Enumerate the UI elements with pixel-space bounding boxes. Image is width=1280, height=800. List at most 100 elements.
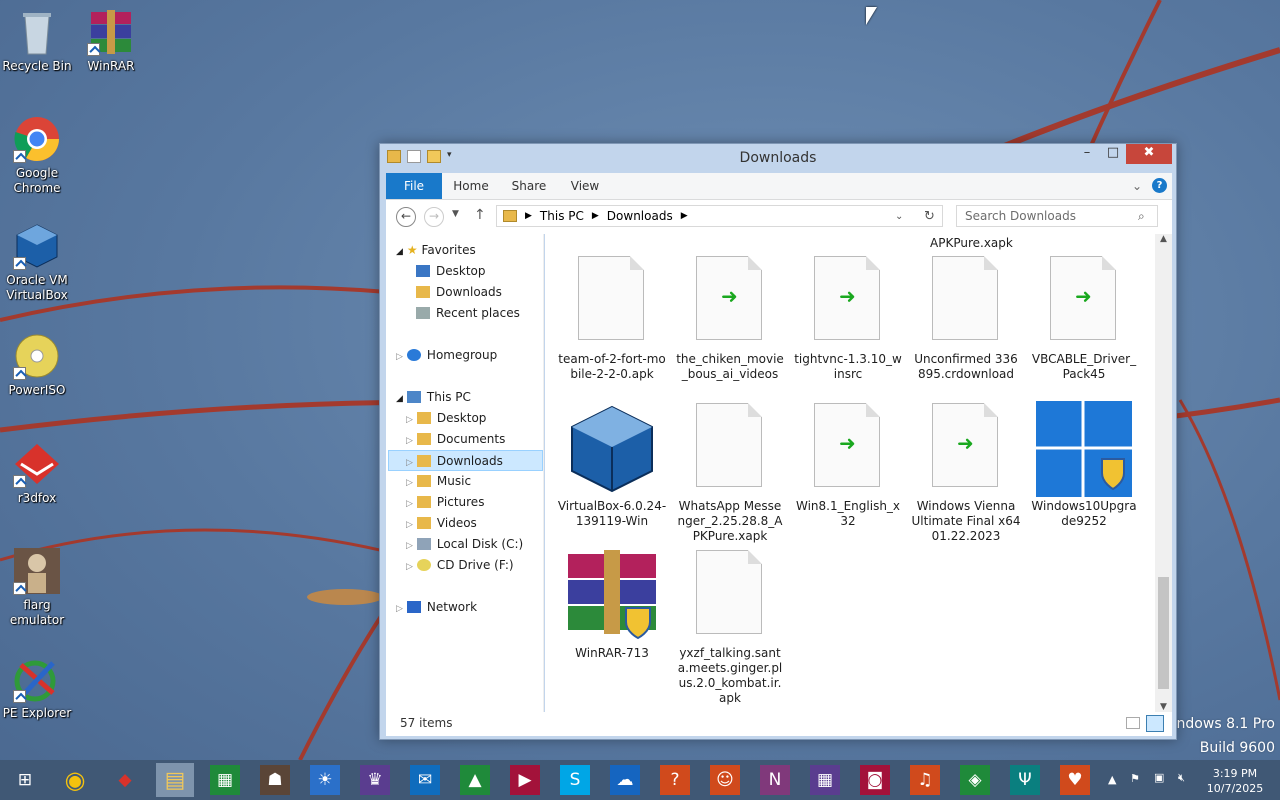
breadcrumb-separator-icon[interactable]: ▶ <box>592 211 599 221</box>
start-icon[interactable]: ⊞ <box>6 763 44 797</box>
nav-documents[interactable]: ▷ Documents <box>406 429 505 450</box>
nav-local-disk[interactable]: ▷ Local Disk (C:) <box>406 534 523 555</box>
video-icon[interactable]: ▶ <box>506 763 544 797</box>
help-icon[interactable]: ? <box>1152 178 1167 193</box>
large-icons-view-icon[interactable] <box>1146 715 1164 732</box>
file-item[interactable]: team-of-2-fort-mobile-2-2-0.apk <box>557 254 667 382</box>
forward-button[interactable]: → <box>424 207 444 227</box>
network-tray-icon[interactable]: ▣ <box>1154 770 1164 785</box>
onenote-icon[interactable]: N <box>756 763 794 797</box>
title-bar[interactable]: ▾ Downloads – □ ✖ <box>380 144 1176 173</box>
file-name: Windows10Upgrade9252 <box>1031 499 1137 528</box>
file-item[interactable]: WinRAR-713 <box>557 548 667 661</box>
desktop-icon-winrar[interactable]: WinRAR <box>72 8 150 74</box>
file-item[interactable]: ➜ Windows Vienna Ultimate Final x64 01.22… <box>911 401 1021 544</box>
help-icon[interactable]: ? <box>656 763 694 797</box>
camera-icon[interactable]: ◙ <box>856 763 894 797</box>
volume-muted-icon[interactable]: 🔇︎ <box>1178 770 1185 785</box>
file-item[interactable]: ➜ VBCABLE_Driver_Pack45 <box>1029 254 1139 382</box>
maximize-button[interactable]: □ <box>1098 144 1128 164</box>
music-icon[interactable]: ♫ <box>906 763 944 797</box>
health-icon[interactable]: ♥ <box>1056 763 1094 797</box>
close-button[interactable]: ✖ <box>1126 144 1172 164</box>
weather-icon[interactable]: ☀ <box>306 763 344 797</box>
desktop-icon-r3dfox[interactable]: r3dfox <box>0 440 76 506</box>
refresh-button[interactable]: ↻ <box>924 209 935 224</box>
tab-home[interactable]: Home <box>448 173 494 199</box>
desktop-icon-label: Oracle VM VirtualBox <box>6 273 68 302</box>
tray-overflow-icon[interactable]: ▲ <box>1108 772 1116 787</box>
file-explorer-icon[interactable]: ▤ <box>156 763 194 797</box>
breadcrumb-this-pc[interactable]: This PC <box>540 209 584 223</box>
scroll-down-icon[interactable]: ▼ <box>1155 702 1172 712</box>
vertical-scrollbar[interactable]: ▲ ▼ <box>1155 234 1172 712</box>
nav-this-pc[interactable]: ◢ This PC <box>396 387 471 408</box>
nav-pc-desktop[interactable]: ▷ Desktop <box>406 408 486 429</box>
back-button[interactable]: ← <box>396 207 416 227</box>
pe-explorer-icon <box>13 655 61 703</box>
breadcrumb-downloads[interactable]: Downloads <box>607 209 673 223</box>
trophy-icon[interactable]: ♛ <box>356 763 394 797</box>
file-item[interactable]: ➜ the_chiken_movie_bous_ai_videos <box>675 254 785 382</box>
clock-time: 3:19 PM <box>1212 767 1258 780</box>
desktop-icon-flarg[interactable]: flarg emulator <box>0 547 76 628</box>
mail-icon[interactable]: ✉ <box>406 763 444 797</box>
tab-view[interactable]: View <box>562 173 608 199</box>
onedrive-icon: ☁ <box>610 765 640 795</box>
scroll-thumb[interactable] <box>1158 577 1169 689</box>
desktop-icon-recycle-bin[interactable]: Recycle Bin <box>0 8 76 74</box>
file-item[interactable]: VirtualBox-6.0.24-139119-Win <box>557 401 667 529</box>
flarg-icon[interactable]: ☗ <box>256 763 294 797</box>
recycle-bin-icon <box>13 8 61 56</box>
item-count: 57 items <box>400 716 453 730</box>
flag-icon[interactable]: ⚑ <box>1130 771 1140 786</box>
desktop-icon-chrome[interactable]: Google Chrome <box>0 115 76 196</box>
file-item[interactable]: yxzf_talking.santa.meets.ginger.plus.2.0… <box>675 548 785 706</box>
scroll-up-icon[interactable]: ▲ <box>1155 234 1172 244</box>
food-icon[interactable]: Ψ <box>1006 763 1044 797</box>
nav-recent-places[interactable]: Recent places <box>416 303 520 324</box>
tab-file[interactable]: File <box>386 173 442 199</box>
nav-desktop[interactable]: Desktop <box>416 261 486 282</box>
nav-favorites[interactable]: ◢ ★ Favorites <box>396 240 476 261</box>
calendar-icon[interactable]: ▦ <box>806 763 844 797</box>
onedrive-icon[interactable]: ☁ <box>606 763 644 797</box>
address-dropdown-icon[interactable]: ⌄ <box>895 211 903 222</box>
file-item[interactable]: ➜ tightvnc-1.3.10_winsrc <box>793 254 903 382</box>
nav-videos[interactable]: ▷ Videos <box>406 513 477 534</box>
file-item[interactable]: WhatsApp Messenger_2.25.28.8_APKPure.xap… <box>675 401 785 544</box>
finance-icon[interactable]: ▲ <box>456 763 494 797</box>
explorer-window[interactable]: ▾ Downloads – □ ✖ File Home Share View ⌄… <box>379 143 1177 740</box>
desktop-icon-poweriso[interactable]: PowerISO <box>0 332 76 398</box>
clock[interactable]: 3:19 PM 10/7/2025 <box>1205 766 1265 796</box>
nav-cd-drive[interactable]: ▷ CD Drive (F:) <box>406 555 514 576</box>
up-button[interactable]: ↑ <box>474 207 486 223</box>
navigation-pane[interactable]: ◢ ★ Favorites Desktop Downloads Recent pl… <box>386 234 544 712</box>
nav-homegroup[interactable]: ▷ Homegroup <box>396 345 497 366</box>
nav-music[interactable]: ▷ Music <box>406 471 471 492</box>
nav-downloads[interactable]: Downloads <box>416 282 502 303</box>
breadcrumb-separator-icon[interactable]: ▶ <box>681 211 688 221</box>
desktop-icon-pe-explorer[interactable]: PE Explorer <box>0 655 76 721</box>
file-list[interactable]: APKPure.xapk team-of-2-fort-mobile-2-2-0… <box>545 234 1155 712</box>
store-icon[interactable]: ▦ <box>206 763 244 797</box>
nav-network[interactable]: ▷ Network <box>396 597 477 618</box>
tab-share[interactable]: Share <box>506 173 552 199</box>
recent-locations-icon[interactable]: ▼ <box>452 209 459 219</box>
nav-pc-downloads[interactable]: ▷ Downloads <box>388 450 543 471</box>
file-item[interactable]: ➜ Win8.1_English_x32 <box>793 401 903 529</box>
search-input[interactable]: Search Downloads <box>956 205 1158 227</box>
chrome-icon[interactable]: ◉ <box>56 763 94 797</box>
file-item[interactable]: Unconfirmed 336895.crdownload <box>911 254 1021 382</box>
desktop-icon-virtualbox[interactable]: Oracle VM VirtualBox <box>0 222 76 303</box>
details-view-icon[interactable] <box>1126 717 1140 729</box>
skype-icon[interactable]: S <box>556 763 594 797</box>
nav-pictures[interactable]: ▷ Pictures <box>406 492 484 513</box>
people-icon[interactable]: ☺ <box>706 763 744 797</box>
games-icon[interactable]: ◈ <box>956 763 994 797</box>
r3dfox-icon[interactable]: ◆ <box>106 763 144 797</box>
address-bar[interactable]: ▶ This PC ▶ Downloads ▶ ⌄ <box>496 205 943 227</box>
file-item[interactable]: Windows10Upgrade9252 <box>1029 401 1139 529</box>
music-folder-icon <box>416 475 431 487</box>
ribbon-expand-icon[interactable]: ⌄ <box>1130 173 1144 199</box>
